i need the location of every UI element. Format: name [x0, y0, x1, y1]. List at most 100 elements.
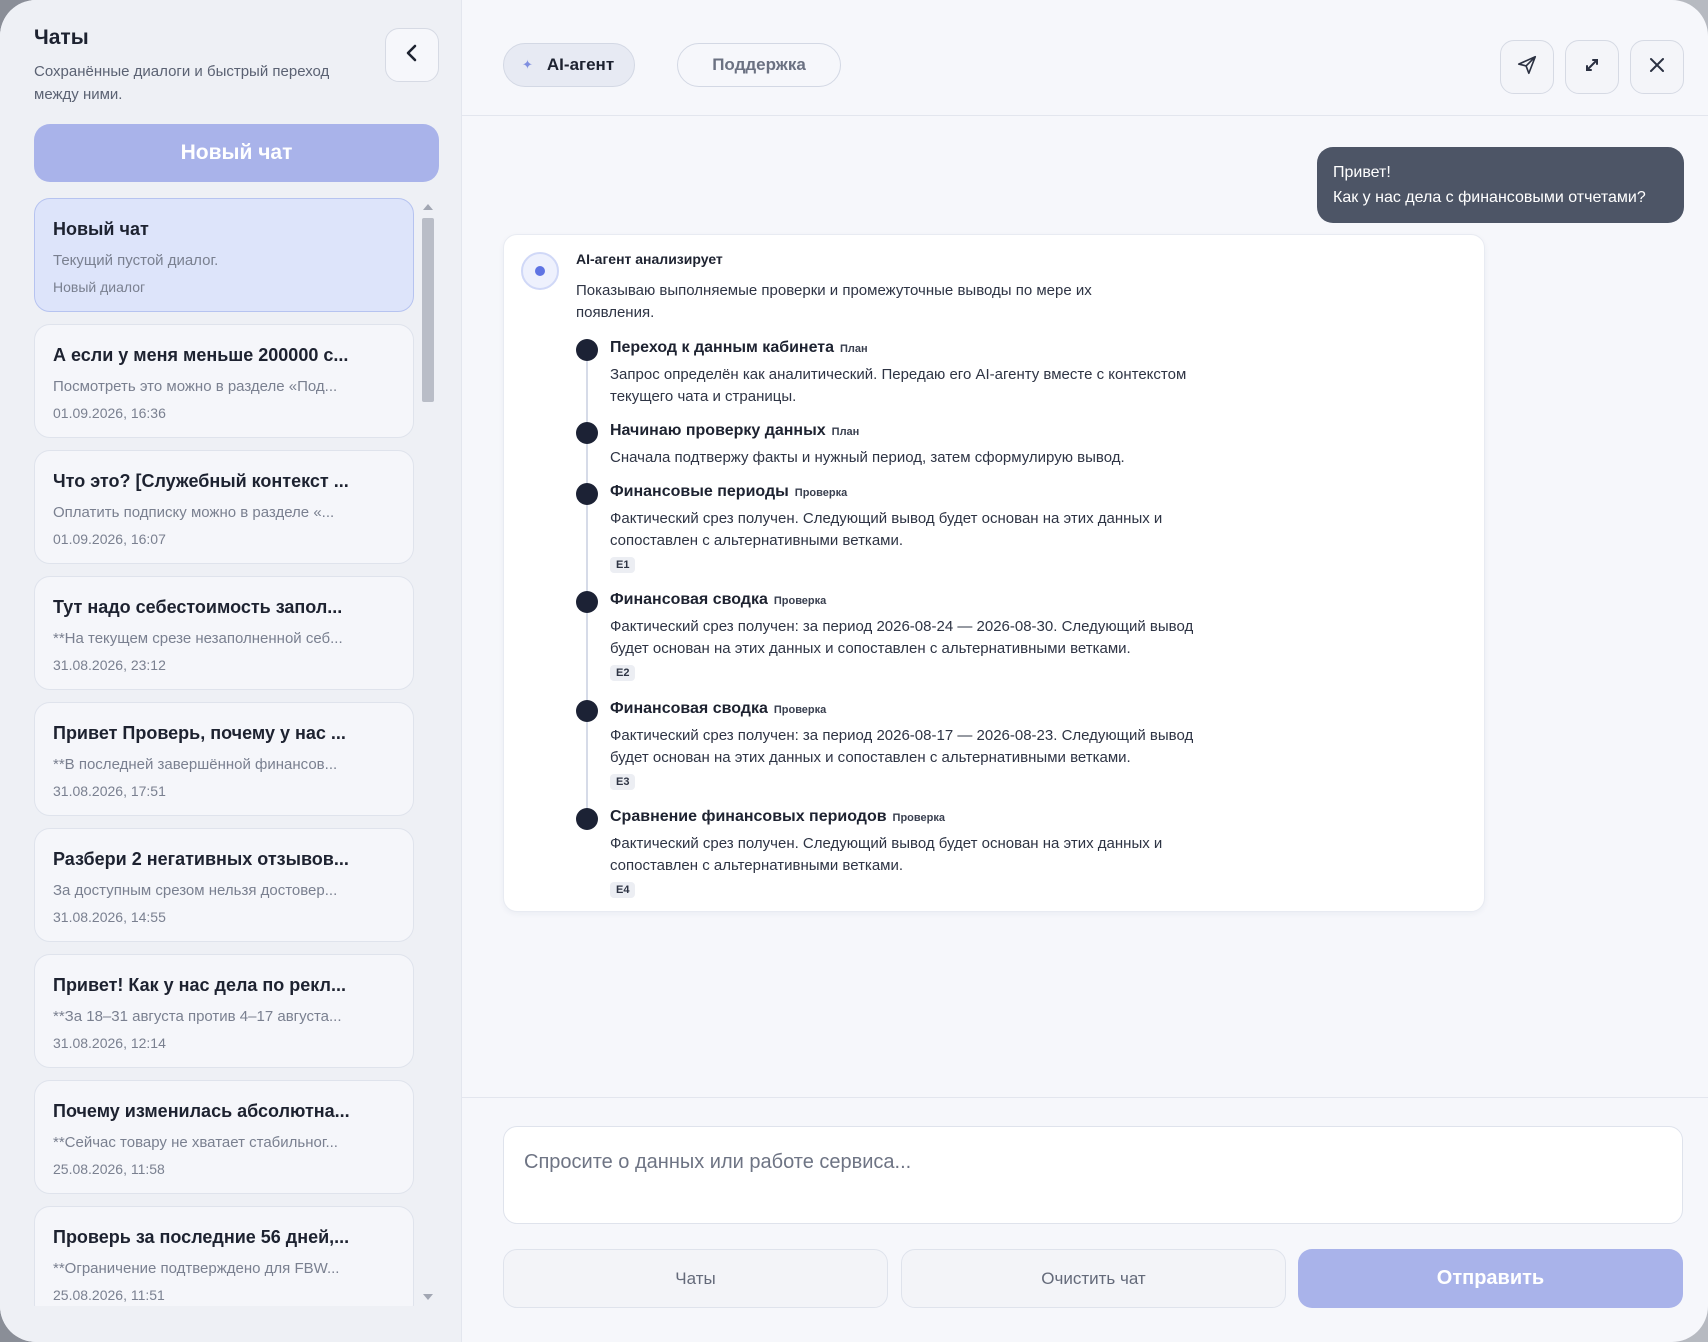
sparkle-icon: ✦	[522, 57, 533, 72]
sidebar-subtitle: Сохранённые диалоги и быстрый переход ме…	[34, 63, 330, 103]
chat-item-title: Что это? [Служебный контекст ...	[53, 471, 349, 491]
sidebar-title: Чаты	[34, 26, 89, 49]
tab-support-label: Поддержка	[712, 55, 806, 74]
chat-item-preview: Посмотреть это можно в разделе «Под...	[53, 378, 338, 395]
scroll-down-arrow-icon[interactable]	[423, 1294, 433, 1300]
chat-item-active[interactable]: Новый чат Текущий пустой диалог. Новый д…	[34, 198, 414, 312]
agent-heading: AI-агент анализирует	[576, 251, 723, 267]
tab-support[interactable]: Поддержка	[677, 43, 841, 87]
message-input-box[interactable]	[503, 1126, 1683, 1224]
user-message: Привет! Как у нас дела с финансовыми отч…	[1317, 147, 1684, 223]
step-title: Финансовые периоды	[610, 483, 789, 500]
timeline-dot	[576, 700, 598, 722]
step-tag: Проверка	[773, 704, 827, 716]
step-tag: Проверка	[892, 812, 945, 824]
chat-item-preview: **Ограничение подтверждено для FBW...	[53, 1260, 340, 1277]
chat-item-date: 31.08.2026, 17:51	[53, 783, 166, 799]
evidence-badge[interactable]: E1	[610, 557, 636, 573]
step-tag: План	[831, 426, 860, 438]
chat-item[interactable]: Что это? [Служебный контекст ... Оплатит…	[34, 450, 414, 564]
chat-main: ✦ AI-агент Поддержка Привет! Как у нас д…	[462, 0, 1708, 1342]
tab-ai-agent-label: AI-агент	[546, 55, 615, 74]
chat-item-date: 25.08.2026, 11:51	[53, 1287, 165, 1303]
evidence-badge[interactable]: E3	[610, 774, 636, 790]
timeline-dot	[576, 808, 598, 830]
chat-item-date: 25.08.2026, 11:58	[53, 1161, 165, 1177]
step-tag: План	[840, 343, 868, 355]
step-tag: Проверка	[773, 595, 827, 607]
step-text: Фактический срез получен. Следующий выво…	[610, 510, 1163, 549]
user-message-line: Как у нас дела с финансовыми отчетами?	[1333, 189, 1646, 206]
expand-icon	[1582, 55, 1602, 80]
timeline-dot	[576, 483, 598, 505]
chat-item-title: А если у меня меньше 200000 с...	[53, 345, 349, 365]
step-tag: Проверка	[794, 487, 848, 499]
clear-chat-button[interactable]: Очистить чат	[901, 1249, 1286, 1308]
chat-item[interactable]: Проверь за последние 56 дней,... **Огран…	[34, 1206, 414, 1306]
agent-avatar-icon	[521, 252, 559, 290]
step-text: Сначала подтвержу факты и нужный период,…	[610, 449, 1125, 466]
chat-item-preview: За доступным срезом нельзя достовер...	[53, 882, 338, 899]
chat-item-date: 01.09.2026, 16:36	[53, 405, 166, 421]
evidence-badge[interactable]: E2	[610, 665, 636, 681]
chats-sidebar: Чаты Сохранённые диалоги и быстрый перех…	[0, 0, 462, 1342]
message-input[interactable]	[524, 1147, 1654, 1177]
step-title: Переход к данным кабинета	[610, 339, 835, 356]
chat-item-preview: **За 18–31 августа против 4–17 августа..…	[53, 1008, 342, 1025]
send-button[interactable]: Отправить	[1298, 1249, 1683, 1308]
evidence-badge[interactable]: E4	[610, 882, 636, 898]
user-message-line: Привет!	[1333, 164, 1391, 181]
chat-item-preview: **В последней завершённой финансов...	[53, 756, 338, 773]
step-text: Запрос определён как аналитический. Пере…	[610, 366, 1187, 405]
chat-item[interactable]: Разбери 2 негативных отзывов... За досту…	[34, 828, 414, 942]
assistant-window: Чаты Сохранённые диалоги и быстрый перех…	[0, 0, 1708, 1342]
chat-item-date: Новый диалог	[53, 279, 146, 295]
send-icon-button[interactable]	[1500, 40, 1554, 94]
chat-item-title: Новый чат	[53, 219, 149, 239]
chat-item-date: 01.09.2026, 16:07	[53, 531, 166, 547]
timeline-line	[586, 349, 588, 823]
chat-item-title: Проверь за последние 56 дней,...	[53, 1227, 350, 1247]
scroll-thumb[interactable]	[422, 218, 434, 402]
chat-item-title: Привет! Как у нас дела по рекл...	[53, 975, 346, 995]
chat-item[interactable]: Привет! Как у нас дела по рекл... **За 1…	[34, 954, 414, 1068]
chevron-left-icon	[401, 42, 423, 69]
chat-item-date: 31.08.2026, 12:14	[53, 1035, 166, 1051]
chats-button[interactable]: Чаты	[503, 1249, 888, 1308]
chat-item-title: Почему изменилась абсолютна...	[53, 1101, 350, 1121]
step-title: Начинаю проверку данных	[610, 422, 826, 439]
timeline-dot	[576, 422, 598, 444]
timeline-dot	[576, 339, 598, 361]
expand-button[interactable]	[1565, 40, 1619, 94]
chat-item[interactable]: Привет Проверь, почему у нас ... **В пос…	[34, 702, 414, 816]
step-text: Фактический срез получен: за период 2026…	[610, 618, 1194, 657]
step-title: Финансовая сводка	[610, 591, 768, 608]
timeline-dot	[576, 591, 598, 613]
step-text: Фактический срез получен. Следующий выво…	[610, 835, 1163, 874]
step-title: Сравнение финансовых периодов	[610, 808, 887, 825]
chat-list: Новый чат Текущий пустой диалог. Новый д…	[34, 198, 414, 1306]
chat-item-preview: Оплатить подписку можно в разделе «...	[53, 504, 335, 521]
header: ✦ AI-агент Поддержка	[462, 0, 1708, 116]
chat-item[interactable]: Почему изменилась абсолютна... **Сейчас …	[34, 1080, 414, 1194]
step-title: Финансовая сводка	[610, 700, 768, 717]
agent-progress-card: AI-агент анализирует Показываю выполняем…	[503, 234, 1485, 912]
composer-divider	[462, 1097, 1708, 1098]
close-icon	[1648, 56, 1666, 79]
tab-ai-agent[interactable]: ✦ AI-агент	[503, 43, 635, 87]
chat-list-scrollbar[interactable]	[420, 198, 436, 1306]
agent-description: Показываю выполняемые проверки и промежу…	[576, 282, 1092, 321]
new-chat-button[interactable]: Новый чат	[34, 124, 439, 182]
collapse-sidebar-button[interactable]	[385, 28, 439, 82]
close-button[interactable]	[1630, 40, 1684, 94]
chat-item-preview: **Сейчас товару не хватает стабильног...	[53, 1134, 338, 1151]
chat-item-title: Разбери 2 негативных отзывов...	[53, 849, 349, 869]
chat-item-title: Привет Проверь, почему у нас ...	[53, 723, 346, 743]
chat-item-title: Тут надо себестоимость запол...	[53, 597, 343, 617]
chat-item-date: 31.08.2026, 23:12	[53, 657, 166, 673]
chat-item-preview: Текущий пустой диалог.	[53, 252, 219, 269]
chat-item[interactable]: А если у меня меньше 200000 с... Посмотр…	[34, 324, 414, 438]
scroll-up-arrow-icon[interactable]	[423, 204, 433, 210]
chat-item[interactable]: Тут надо себестоимость запол... **На тек…	[34, 576, 414, 690]
send-icon	[1516, 54, 1538, 81]
